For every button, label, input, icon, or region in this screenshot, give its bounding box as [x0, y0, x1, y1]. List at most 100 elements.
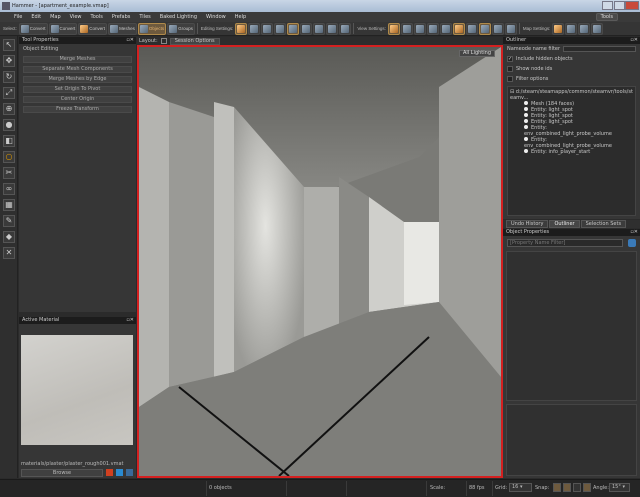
- apply-material-icon[interactable]: [106, 469, 113, 476]
- view-toggle-4[interactable]: [426, 22, 439, 35]
- map-toggle-3[interactable]: [578, 22, 591, 35]
- view-toggle-10[interactable]: [504, 22, 517, 35]
- map-toggle-4[interactable]: [591, 22, 604, 35]
- editing-toggle-6[interactable]: [300, 22, 313, 35]
- snap-grid-toggle[interactable]: [553, 483, 561, 492]
- snap-vertex-toggle[interactable]: [563, 483, 571, 492]
- menu-help[interactable]: Help: [235, 14, 246, 20]
- menu-edit[interactable]: Edit: [31, 14, 41, 20]
- menu-file[interactable]: File: [14, 14, 22, 20]
- filter-options-toggle[interactable]: [507, 76, 513, 82]
- merge-meshes-by-edge-button[interactable]: Merge Meshes by Edge: [23, 76, 132, 83]
- center-origin-button[interactable]: Center Origin: [23, 96, 132, 103]
- tree-root[interactable]: ⊟ d:/steam/steamapps/common/steamvr/tool…: [510, 89, 633, 101]
- minimize-button[interactable]: [602, 1, 613, 10]
- menu-window[interactable]: Window: [206, 14, 226, 20]
- editing-toggle-4[interactable]: [274, 22, 287, 35]
- session-options-dropdown[interactable]: Session Options: [169, 37, 220, 45]
- paint-tool-icon[interactable]: ✎: [3, 215, 15, 227]
- angle-select[interactable]: 15° ▾: [609, 483, 630, 492]
- editing-toggle-8[interactable]: [326, 22, 339, 35]
- snap-angle-toggle[interactable]: [573, 483, 581, 492]
- editing-toggle-9[interactable]: [339, 22, 352, 35]
- scale-tool-icon[interactable]: ⤢: [3, 87, 15, 99]
- decal-tool-icon[interactable]: ✕: [3, 247, 15, 259]
- map-toggle-1[interactable]: [552, 22, 565, 35]
- tools-dropdown[interactable]: Tools: [595, 13, 618, 21]
- path-tool-icon[interactable]: ∞: [3, 183, 15, 195]
- menu-tiles[interactable]: Tiles: [139, 14, 150, 20]
- lighting-dropdown[interactable]: All Lighting: [459, 50, 495, 57]
- browse-button[interactable]: Browse: [21, 469, 103, 477]
- objects-button[interactable]: Objects: [137, 22, 167, 35]
- texture-tool-icon[interactable]: ▦: [3, 199, 15, 211]
- editing-toggle-7[interactable]: [313, 22, 326, 35]
- material-menu-icon[interactable]: [126, 469, 133, 476]
- editing-toggle-5[interactable]: [287, 22, 300, 35]
- entity-tool-icon[interactable]: ●: [3, 119, 15, 131]
- material-preview[interactable]: [21, 335, 133, 445]
- pick-material-icon[interactable]: [116, 469, 123, 476]
- move-tool-icon[interactable]: ✥: [3, 55, 15, 67]
- view-toggle-7[interactable]: [465, 22, 478, 35]
- show-node-ids-row[interactable]: Show node ids: [503, 64, 640, 74]
- show-node-ids-checkbox[interactable]: [507, 66, 513, 72]
- layout-icon[interactable]: [160, 38, 167, 44]
- editing-toggle-2[interactable]: [248, 22, 261, 35]
- convert-button-3[interactable]: Convert: [78, 22, 108, 35]
- tab-undo-history[interactable]: Undo History: [506, 220, 549, 228]
- close-button[interactable]: [625, 1, 639, 10]
- view-toggle-6[interactable]: [452, 22, 465, 35]
- close-icon[interactable]: ▫✕: [630, 37, 638, 44]
- name-filter-input[interactable]: [563, 46, 636, 52]
- include-hidden-row[interactable]: ✓ Include hidden objects: [503, 54, 640, 64]
- editing-toggle-1[interactable]: [235, 22, 248, 35]
- ellipse-tool-icon[interactable]: ○: [3, 151, 15, 163]
- map-toggle-2[interactable]: [565, 22, 578, 35]
- tab-selection-sets[interactable]: Selection Sets: [580, 220, 627, 228]
- tree-item[interactable]: Entity: env_combined_light_probe_volume: [510, 137, 633, 149]
- gear-icon[interactable]: [628, 239, 636, 247]
- meshes-button[interactable]: Meshes: [108, 22, 137, 35]
- convert-button-1[interactable]: Convert: [18, 22, 48, 35]
- clip-tool-icon[interactable]: ✂: [3, 167, 15, 179]
- tab-outliner[interactable]: Outliner: [549, 220, 580, 228]
- view-toggle-9[interactable]: [491, 22, 504, 35]
- menu-tools[interactable]: Tools: [91, 14, 103, 20]
- tree-item[interactable]: Entity: env_combined_light_probe_volume: [510, 125, 633, 137]
- menu-baked-lighting[interactable]: Baked Lighting: [160, 14, 197, 20]
- close-icon[interactable]: ▫✕: [126, 37, 134, 44]
- set-origin-to-pivot-button[interactable]: Set Origin To Pivot: [23, 86, 132, 93]
- view-toggle-5[interactable]: [439, 22, 452, 35]
- block-tool-icon[interactable]: ◧: [3, 135, 15, 147]
- close-icon[interactable]: ▫✕: [630, 229, 638, 236]
- close-icon[interactable]: ▫✕: [126, 317, 134, 324]
- link-icon: [302, 24, 311, 33]
- panel-header: Active Material ▫✕: [19, 317, 136, 324]
- property-filter-input[interactable]: [Property Name Filter]: [507, 239, 623, 247]
- 3d-viewport[interactable]: All Lighting: [137, 45, 503, 478]
- tile-tool-icon[interactable]: ◆: [3, 231, 15, 243]
- tree-item[interactable]: Entity: info_player_start: [510, 149, 633, 155]
- rotate-tool-icon[interactable]: ↻: [3, 71, 15, 83]
- convert-button-2[interactable]: Convert: [48, 22, 78, 35]
- menu-prefabs[interactable]: Prefabs: [112, 14, 131, 20]
- menu-map[interactable]: Map: [50, 14, 61, 20]
- view-toggle-3[interactable]: [413, 22, 426, 35]
- view-toggle-2[interactable]: [400, 22, 413, 35]
- separate-mesh-components-button[interactable]: Separate Mesh Components: [23, 66, 132, 73]
- select-tool-icon[interactable]: ↖: [3, 39, 15, 51]
- menu-view[interactable]: View: [70, 14, 82, 20]
- maximize-button[interactable]: [614, 1, 625, 10]
- filter-options-row[interactable]: Filter options: [503, 74, 640, 84]
- pivot-tool-icon[interactable]: ⊕: [3, 103, 15, 115]
- merge-meshes-button[interactable]: Merge Meshes: [23, 56, 132, 63]
- grid-size-select[interactable]: 16 ▾: [509, 483, 532, 492]
- snap-surface-toggle[interactable]: [583, 483, 591, 492]
- include-hidden-checkbox[interactable]: ✓: [507, 56, 513, 62]
- freeze-transform-button[interactable]: Freeze Transform: [23, 106, 132, 113]
- view-toggle-8[interactable]: [478, 22, 491, 35]
- groups-button[interactable]: Groups: [167, 22, 195, 35]
- view-toggle-1[interactable]: [387, 22, 400, 35]
- editing-toggle-3[interactable]: [261, 22, 274, 35]
